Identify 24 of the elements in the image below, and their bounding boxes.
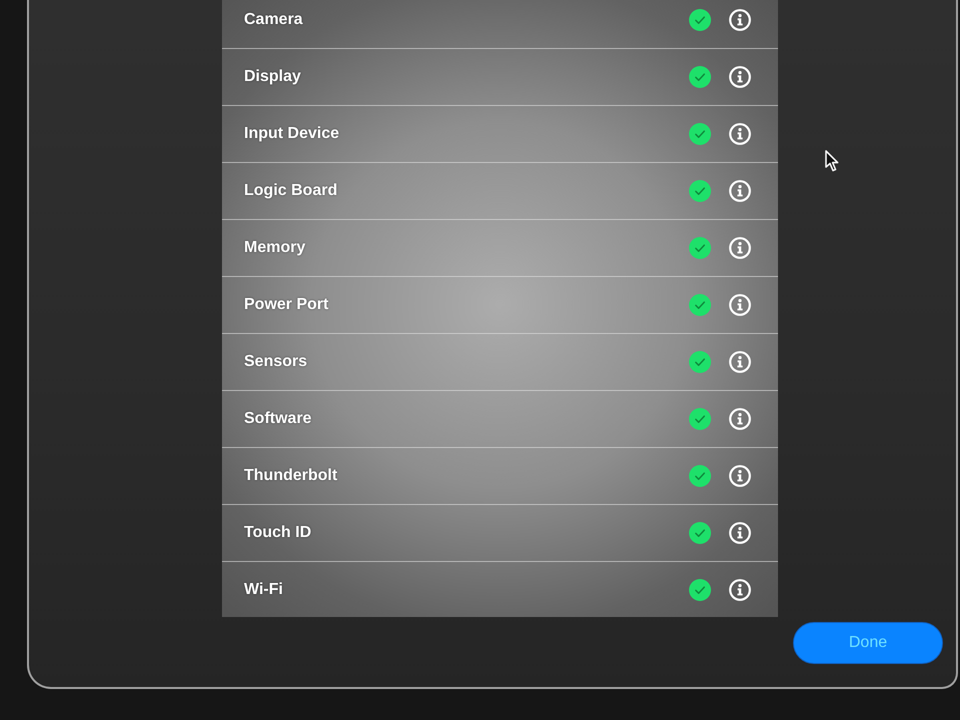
item-label: Software bbox=[244, 410, 313, 428]
item-label: Power Port bbox=[244, 296, 330, 314]
info-icon[interactable] bbox=[729, 180, 751, 202]
info-icon[interactable] bbox=[729, 465, 751, 487]
item-label: Display bbox=[244, 68, 302, 86]
done-button[interactable]: Done bbox=[793, 622, 943, 664]
info-icon[interactable] bbox=[729, 66, 751, 88]
item-label: Memory bbox=[244, 239, 306, 257]
item-label: Logic Board bbox=[244, 182, 338, 200]
item-label: Touch ID bbox=[244, 524, 312, 542]
info-icon[interactable] bbox=[729, 522, 751, 544]
info-icon[interactable] bbox=[729, 351, 751, 373]
item-label: Input Device bbox=[244, 125, 340, 143]
info-icon[interactable] bbox=[729, 123, 751, 145]
mouse-cursor-icon bbox=[825, 150, 839, 172]
item-label: Sensors bbox=[244, 353, 308, 371]
item-label: Thunderbolt bbox=[244, 467, 338, 485]
info-icon[interactable] bbox=[729, 9, 751, 31]
info-icon[interactable] bbox=[729, 578, 751, 600]
item-label: Wi-Fi bbox=[244, 580, 284, 598]
info-icon[interactable] bbox=[729, 408, 751, 430]
info-icon[interactable] bbox=[729, 294, 751, 316]
item-label: Camera bbox=[244, 11, 304, 29]
info-icon[interactable] bbox=[729, 237, 751, 259]
